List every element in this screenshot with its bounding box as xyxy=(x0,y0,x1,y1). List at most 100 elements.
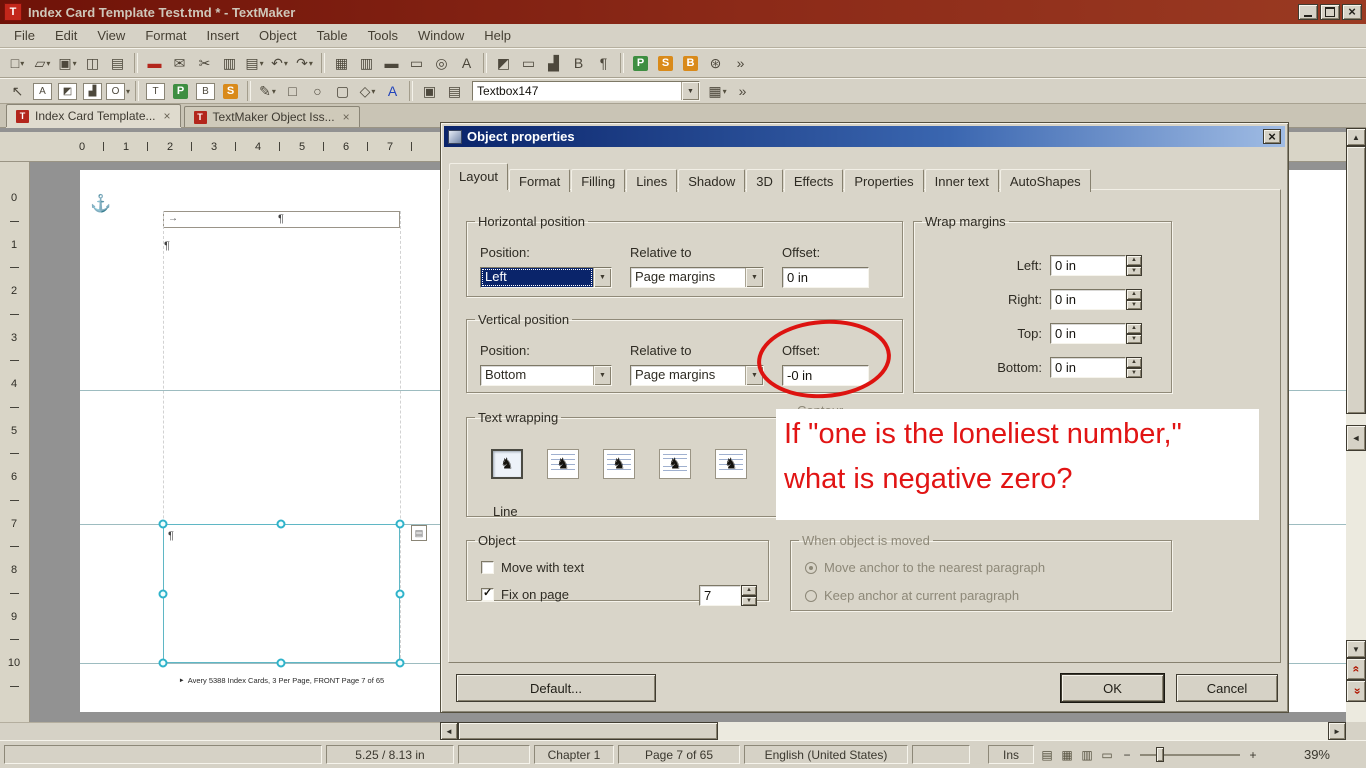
scroll-up-icon[interactable] xyxy=(1346,128,1366,146)
selected-object-outline[interactable] xyxy=(163,524,400,663)
menu-object[interactable]: Object xyxy=(249,24,307,47)
insert-table-icon[interactable]: ▦ xyxy=(330,52,353,74)
menu-table[interactable]: Table xyxy=(307,24,358,47)
selection-handle[interactable] xyxy=(159,590,168,599)
left-margin-input[interactable] xyxy=(1050,255,1126,276)
vertical-ruler[interactable]: 012345678910 xyxy=(0,162,30,722)
spin-up-icon[interactable] xyxy=(1126,357,1142,368)
fix-on-page-checkbox[interactable]: Fix on page xyxy=(481,587,569,602)
cancel-button[interactable]: Cancel xyxy=(1176,674,1278,702)
wrap-line-icon[interactable]: ♞ xyxy=(491,449,523,479)
undo-icon[interactable]: ↶ xyxy=(268,52,291,74)
tab-textmaker-object-issue[interactable]: TextMaker Object Iss... xyxy=(184,106,360,127)
ellipse-icon[interactable]: ○ xyxy=(306,81,329,101)
wrap-top-bottom-icon[interactable]: ♞ xyxy=(659,449,691,479)
save-icon[interactable]: ◫ xyxy=(81,52,104,74)
planmaker-icon[interactable]: S xyxy=(654,52,677,74)
right-margin-input[interactable] xyxy=(1050,289,1126,310)
radio-icon[interactable] xyxy=(805,562,817,574)
selection-handle[interactable] xyxy=(396,590,405,599)
formatting-marks-icon[interactable]: ¶ xyxy=(592,52,615,74)
default-button[interactable]: Default... xyxy=(456,674,656,702)
vertical-relative-dropdown[interactable]: Page margins xyxy=(630,365,764,386)
zoom-level[interactable]: 39% xyxy=(1282,745,1330,764)
spin-up-icon[interactable] xyxy=(1126,289,1142,300)
sidebar-collapse-icon[interactable] xyxy=(1346,425,1366,451)
dialog-tab-autoshapes[interactable]: AutoShapes xyxy=(1000,169,1091,192)
spin-up-icon[interactable] xyxy=(1126,255,1142,266)
print-icon[interactable]: ▤ xyxy=(106,52,129,74)
replace-icon[interactable]: A xyxy=(455,52,478,74)
dialog-tab-lines[interactable]: Lines xyxy=(626,169,677,192)
selection-handle[interactable] xyxy=(277,520,286,529)
keep-anchor-radio[interactable]: Keep anchor at current paragraph xyxy=(805,588,1019,603)
tab-close-icon[interactable] xyxy=(343,111,350,123)
overflow-chevron-icon[interactable]: » xyxy=(731,81,754,101)
insert-chart-icon[interactable]: ▟ xyxy=(542,52,565,74)
dialog-tab-shadow[interactable]: Shadow xyxy=(678,169,745,192)
web-icon[interactable]: ⊛ xyxy=(704,52,727,74)
menu-format[interactable]: Format xyxy=(135,24,196,47)
spin-up-icon[interactable] xyxy=(741,585,757,596)
wordart-icon[interactable]: A xyxy=(381,81,404,101)
vertical-position-dropdown[interactable]: Bottom xyxy=(480,365,612,386)
page-number-input[interactable] xyxy=(699,585,741,606)
spin-down-icon[interactable] xyxy=(1126,266,1142,277)
search-icon[interactable]: ◎ xyxy=(430,52,453,74)
new-document-icon[interactable]: □ xyxy=(6,52,29,74)
previous-page-icon[interactable] xyxy=(1346,658,1366,680)
zoom-in-icon[interactable] xyxy=(1246,747,1260,763)
horizontal-scroll-thumb[interactable] xyxy=(458,722,718,740)
zoom-out-icon[interactable] xyxy=(1120,747,1134,763)
page-number-stepper[interactable] xyxy=(699,585,757,606)
selection-handle[interactable] xyxy=(277,659,286,668)
wrap-tight-icon[interactable]: ♞ xyxy=(603,449,635,479)
autoshapes-icon[interactable]: ◇ xyxy=(356,81,379,101)
chart-frame-icon[interactable]: ▟ xyxy=(81,81,104,101)
dialog-tab-layout[interactable]: Layout xyxy=(449,163,508,190)
presentations-frame-icon[interactable]: P xyxy=(169,81,192,101)
vertical-scroll-thumb[interactable] xyxy=(1346,146,1366,414)
language-status[interactable]: English (United States) xyxy=(744,745,908,764)
insert-columns-icon[interactable]: ▥ xyxy=(355,52,378,74)
view-normal-icon[interactable]: ▥ xyxy=(1078,746,1096,764)
checkbox-icon[interactable] xyxy=(481,588,494,601)
selection-handle[interactable] xyxy=(396,659,405,668)
spin-up-icon[interactable] xyxy=(1126,323,1142,334)
cut-icon[interactable]: ✂ xyxy=(193,52,216,74)
dialog-close-icon[interactable] xyxy=(1263,129,1281,144)
file-manager-icon[interactable]: ▣ xyxy=(56,52,79,74)
insert-frame-icon[interactable]: ▭ xyxy=(517,52,540,74)
scroll-down-icon[interactable] xyxy=(1346,640,1366,658)
draw-line-icon[interactable]: ✎ xyxy=(256,81,279,101)
planmaker-frame-icon[interactable]: S xyxy=(219,81,242,101)
pdf-export-icon[interactable]: ▬ xyxy=(143,52,166,74)
scroll-left-icon[interactable] xyxy=(440,722,458,740)
text-frame-icon[interactable]: A xyxy=(31,81,54,101)
paste-icon[interactable]: ▤ xyxy=(243,52,266,74)
horizontal-relative-dropdown[interactable]: Page margins xyxy=(630,267,764,288)
insert-footer-icon[interactable]: ▭ xyxy=(405,52,428,74)
dialog-tab-format[interactable]: Format xyxy=(509,169,570,192)
dialog-tab-3d[interactable]: 3D xyxy=(746,169,783,192)
image-frame-icon[interactable]: ◩ xyxy=(56,81,79,101)
rectangle-icon[interactable]: □ xyxy=(281,81,304,101)
move-with-text-checkbox[interactable]: Move with text xyxy=(481,560,584,575)
view-standard-icon[interactable]: ▤ xyxy=(1038,746,1056,764)
view-master-pages-icon[interactable]: ▦ xyxy=(1058,746,1076,764)
insert-header-icon[interactable]: ▬ xyxy=(380,52,403,74)
overflow-chevron-icon[interactable]: » xyxy=(729,52,752,74)
object-order-icon[interactable]: ▣ xyxy=(418,81,441,101)
combobox-dropdown-icon[interactable] xyxy=(681,82,699,100)
spin-down-icon[interactable] xyxy=(741,596,757,607)
left-margin-stepper[interactable] xyxy=(1050,255,1142,276)
wrap-square-icon[interactable]: ♞ xyxy=(547,449,579,479)
menu-insert[interactable]: Insert xyxy=(196,24,249,47)
insert-image-icon[interactable]: ◩ xyxy=(492,52,515,74)
close-button[interactable] xyxy=(1342,4,1362,20)
view-fullscreen-icon[interactable]: ▭ xyxy=(1098,746,1116,764)
checkbox-icon[interactable] xyxy=(481,561,494,574)
menu-edit[interactable]: Edit xyxy=(45,24,87,47)
open-icon[interactable]: ▱ xyxy=(31,52,54,74)
insert-mode-status[interactable]: Ins xyxy=(988,745,1034,764)
